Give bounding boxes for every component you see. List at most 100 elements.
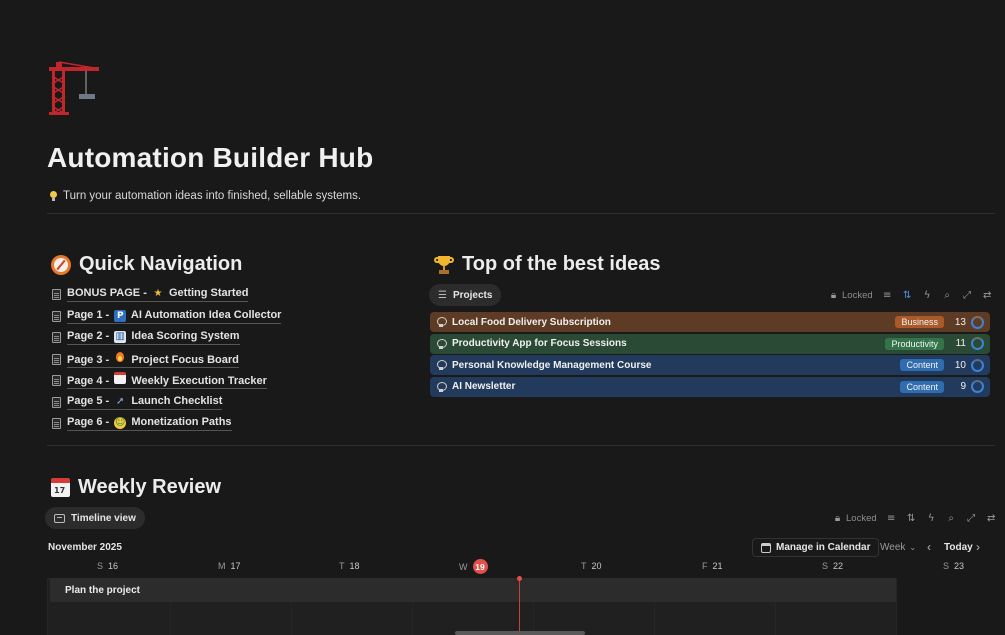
- progress-ring-icon: [971, 337, 984, 350]
- range-select[interactable]: Week ⌄: [880, 542, 916, 553]
- idea-row[interactable]: Local Food Delivery Subscription Busines…: [430, 312, 990, 332]
- idea-name: AI Newsletter: [452, 381, 516, 392]
- timeline-grid: Plan the project: [47, 576, 1005, 635]
- star-icon: ★: [153, 288, 163, 300]
- idea-row[interactable]: Personal Knowledge Management Course Con…: [430, 355, 990, 375]
- category-tag: Productivity: [885, 337, 944, 350]
- search-icon[interactable]: ⌕: [942, 290, 953, 301]
- day-label: F 21: [702, 561, 723, 571]
- grid-line: [896, 578, 897, 635]
- ideas-list: Local Food Delivery Subscription Busines…: [430, 312, 990, 398]
- timeline-icon: [54, 513, 65, 523]
- lightbulb-icon: [437, 317, 447, 327]
- category-tag: Business: [895, 316, 944, 328]
- settings-icon[interactable]: ⇄: [982, 290, 993, 301]
- weekly-review-heading: 17 Weekly Review: [51, 476, 221, 499]
- day-label: S 23: [943, 561, 965, 571]
- today-marker: [519, 576, 520, 635]
- search-icon[interactable]: ⌕: [946, 513, 957, 524]
- day-label: S 16: [97, 561, 119, 571]
- list-icon: ☰: [438, 289, 447, 301]
- page-icon: [52, 353, 61, 365]
- nav-item-idea-collector[interactable]: Page 1 - P AI Automation Idea Collector: [52, 306, 282, 328]
- lightbulb-icon: [437, 381, 447, 392]
- automation-icon[interactable]: ϟ: [926, 513, 937, 524]
- bar-chart-icon: ▥: [114, 331, 127, 344]
- filter-icon[interactable]: ≡: [886, 513, 897, 524]
- weekly-review-title: Weekly Review: [78, 476, 222, 498]
- nav-item-getting-started[interactable]: BONUS PAGE - ★ Getting Started: [52, 284, 281, 306]
- money-face-icon: ☺: [114, 417, 127, 430]
- day-label: T 20: [581, 561, 602, 571]
- score-value: 9: [960, 381, 966, 392]
- today-marker-dot: [517, 576, 522, 581]
- nav-item-idea-scoring[interactable]: Page 2 - ▥ Idea Scoring System: [52, 327, 281, 349]
- settings-icon[interactable]: ⇄: [986, 513, 997, 524]
- nav-item-focus-board[interactable]: Page 3 - Project Focus Board: [52, 349, 281, 371]
- divider: [47, 213, 995, 214]
- idea-row[interactable]: AI Newsletter Content 9: [430, 376, 990, 397]
- score-value: 11: [955, 338, 966, 349]
- page-title: Automation Builder Hub: [47, 142, 374, 173]
- fire-icon: [114, 351, 126, 363]
- timeline-view-tab[interactable]: Timeline view: [45, 507, 145, 529]
- automation-icon[interactable]: ϟ: [922, 290, 933, 301]
- timeline-task-bar[interactable]: Plan the project: [50, 578, 896, 602]
- score-value: 13: [954, 316, 966, 328]
- page-icon: [52, 310, 61, 322]
- progress-ring-icon: [971, 380, 984, 393]
- page-icon: [52, 396, 61, 408]
- calendar-icon: 17: [51, 478, 70, 497]
- idea-name: Productivity App for Focus Sessions: [452, 338, 627, 349]
- page-icon: [52, 289, 61, 301]
- today-button[interactable]: Today: [944, 542, 973, 553]
- sort-icon[interactable]: ⇅: [902, 290, 913, 301]
- ideas-toolbar: 🔒︎ Locked ≡ ⇅ ϟ ⌕ ⤢ ⇄: [828, 290, 993, 301]
- calendar-icon: [761, 542, 771, 553]
- day-label: M 17: [218, 561, 241, 571]
- lightbulb-icon: [437, 360, 447, 370]
- day-label: S 22: [822, 561, 844, 571]
- lightbulb-icon: [49, 190, 58, 202]
- nav-item-weekly-tracker[interactable]: Page 4 - Weekly Execution Tracker: [52, 370, 281, 392]
- expand-icon[interactable]: ⤢: [962, 290, 973, 301]
- month-label: November 2025: [48, 542, 122, 553]
- expand-icon[interactable]: ⤢: [966, 513, 977, 524]
- category-tag: Content: [900, 380, 944, 393]
- nav-item-monetization[interactable]: Page 6 - ☺ Monetization Paths: [52, 413, 281, 435]
- locked-label[interactable]: Locked: [846, 513, 877, 524]
- lock-icon: 🔒︎: [830, 290, 837, 301]
- nav-item-launch-checklist[interactable]: Page 5 - ➚ Launch Checklist: [52, 392, 281, 414]
- idea-row[interactable]: Productivity App for Focus Sessions Prod…: [430, 333, 990, 354]
- page-icon: [52, 375, 61, 387]
- compass-icon: [51, 254, 71, 275]
- top-ideas-heading: Top of the best ideas: [434, 253, 661, 276]
- page-icon: [52, 418, 61, 430]
- day-label-today: W 19: [459, 559, 488, 574]
- parking-icon: P: [114, 309, 127, 322]
- sort-icon[interactable]: ⇅: [906, 513, 917, 524]
- projects-view-tab[interactable]: ☰ Projects: [429, 284, 502, 306]
- tagline-text: Turn your automation ideas into finished…: [63, 190, 362, 202]
- grid-line: [47, 578, 48, 635]
- rocket-icon: ➚: [116, 395, 125, 407]
- progress-ring-icon: [971, 358, 984, 372]
- timeline-toolbar: 🔒︎ Locked ≡ ⇅ ϟ ⌕ ⤢ ⇄: [832, 513, 997, 524]
- manage-calendar-button[interactable]: Manage in Calendar: [752, 538, 880, 557]
- idea-name: Personal Knowledge Management Course: [452, 359, 652, 371]
- prev-week-button[interactable]: ‹: [927, 540, 931, 554]
- lock-icon: 🔒︎: [834, 513, 841, 524]
- filter-icon[interactable]: ≡: [882, 290, 893, 301]
- calendar-icon: [114, 372, 127, 385]
- score-value: 10: [954, 359, 966, 371]
- divider: [47, 445, 995, 446]
- quick-nav-title: Quick Navigation: [79, 253, 243, 275]
- progress-ring-icon: [971, 315, 984, 329]
- category-tag: Content: [900, 359, 944, 371]
- chevron-down-icon: ⌄: [909, 543, 917, 552]
- construction-crane-icon: [49, 61, 99, 115]
- horizontal-scrollbar[interactable]: [455, 631, 585, 635]
- quick-nav-heading: Quick Navigation: [51, 253, 242, 276]
- next-week-button[interactable]: ›: [976, 540, 980, 554]
- locked-label[interactable]: Locked: [842, 290, 873, 301]
